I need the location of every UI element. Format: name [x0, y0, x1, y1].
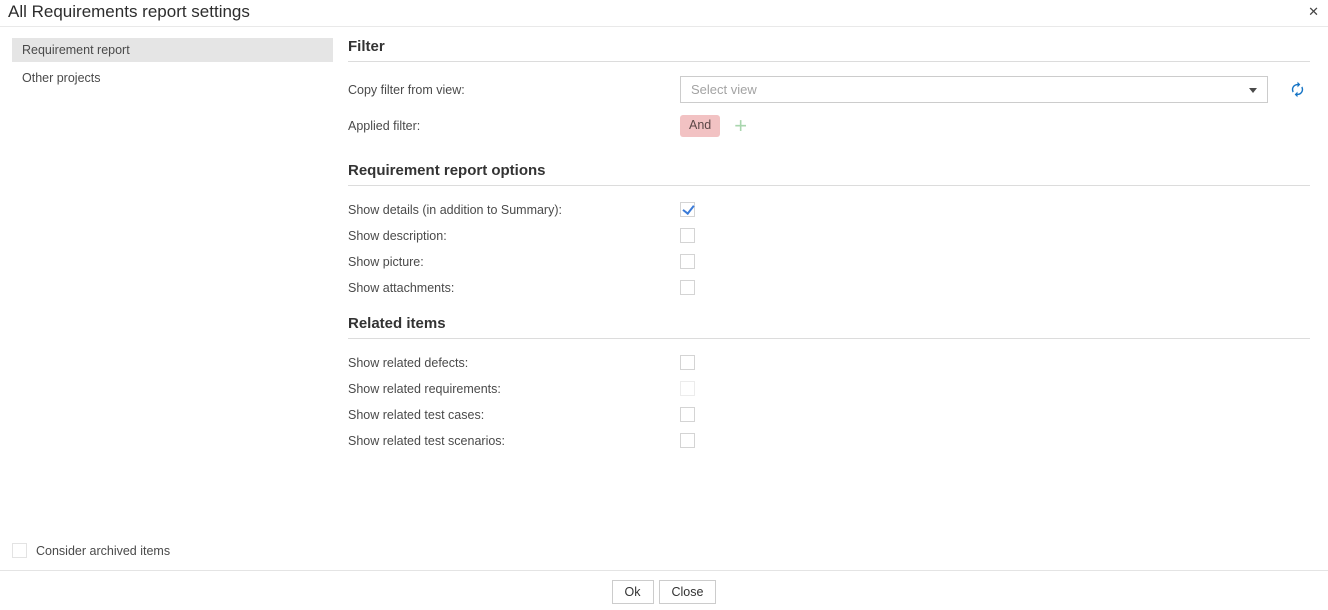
sidebar-item-label: Requirement report	[22, 43, 130, 57]
view-select-dropdown[interactable]: Select view	[680, 76, 1268, 103]
refresh-icon	[1289, 81, 1306, 98]
filter-section-heading: Filter	[348, 38, 1310, 62]
checkbox-label: Show picture:	[348, 255, 680, 269]
filter-and-badge[interactable]: And	[680, 115, 720, 137]
sidebar: Requirement report Other projects	[12, 38, 333, 94]
checkbox-label: Show related defects:	[348, 356, 680, 370]
view-select-placeholder: Select view	[691, 82, 757, 97]
checkbox-label: Show related test scenarios:	[348, 434, 680, 448]
sidebar-item-label: Other projects	[22, 71, 101, 85]
show-related-test-cases-row: Show related test cases:	[348, 407, 1310, 422]
checkbox-label: Show related test cases:	[348, 408, 680, 422]
applied-filter-label: Applied filter:	[348, 119, 680, 133]
related-section-heading: Related items	[348, 315, 1310, 339]
consider-archived-label: Consider archived items	[36, 544, 170, 558]
checkbox-label: Show related requirements:	[348, 382, 680, 396]
show-related-requirements-row: Show related requirements:	[348, 381, 1310, 396]
copy-filter-label: Copy filter from view:	[348, 83, 680, 97]
show-description-row: Show description:	[348, 228, 1310, 243]
show-related-test-scenarios-checkbox[interactable]	[680, 433, 695, 448]
checkbox-label: Show details (in addition to Summary):	[348, 203, 680, 217]
show-details-checkbox[interactable]	[680, 202, 695, 217]
copy-filter-row: Copy filter from view: Select view	[348, 76, 1310, 103]
show-picture-row: Show picture:	[348, 254, 1310, 269]
related-checkbox-group: Show related defects: Show related requi…	[348, 355, 1310, 448]
show-related-test-cases-checkbox[interactable]	[680, 407, 695, 422]
show-related-test-scenarios-row: Show related test scenarios:	[348, 433, 1310, 448]
add-filter-icon[interactable]: +	[734, 117, 747, 135]
footer-divider	[0, 570, 1328, 571]
consider-archived-checkbox[interactable]	[12, 543, 27, 558]
options-section-heading: Requirement report options	[348, 162, 1310, 186]
settings-panel: Filter Copy filter from view: Select vie…	[348, 38, 1310, 459]
footer-buttons: Ok Close	[0, 580, 1328, 604]
sidebar-item-requirement-report[interactable]: Requirement report	[12, 38, 333, 62]
close-button[interactable]: Close	[659, 580, 717, 604]
show-picture-checkbox[interactable]	[680, 254, 695, 269]
chevron-down-icon	[1249, 88, 1257, 93]
dialog-title: All Requirements report settings	[8, 2, 250, 22]
close-icon[interactable]: ✕	[1308, 3, 1319, 21]
checkbox-label: Show attachments:	[348, 281, 680, 295]
applied-filter-row: Applied filter: And +	[348, 114, 1310, 138]
sidebar-item-other-projects[interactable]: Other projects	[12, 66, 333, 90]
refresh-views-button[interactable]	[1289, 81, 1306, 98]
show-related-defects-checkbox[interactable]	[680, 355, 695, 370]
show-attachments-row: Show attachments:	[348, 280, 1310, 295]
show-related-requirements-checkbox	[680, 381, 695, 396]
ok-button[interactable]: Ok	[612, 580, 654, 604]
options-checkbox-group: Show details (in addition to Summary): S…	[348, 202, 1310, 295]
show-description-checkbox[interactable]	[680, 228, 695, 243]
consider-archived-row: Consider archived items	[12, 543, 170, 558]
show-attachments-checkbox[interactable]	[680, 280, 695, 295]
show-details-row: Show details (in addition to Summary):	[348, 202, 1310, 217]
checkbox-label: Show description:	[348, 229, 680, 243]
show-related-defects-row: Show related defects:	[348, 355, 1310, 370]
